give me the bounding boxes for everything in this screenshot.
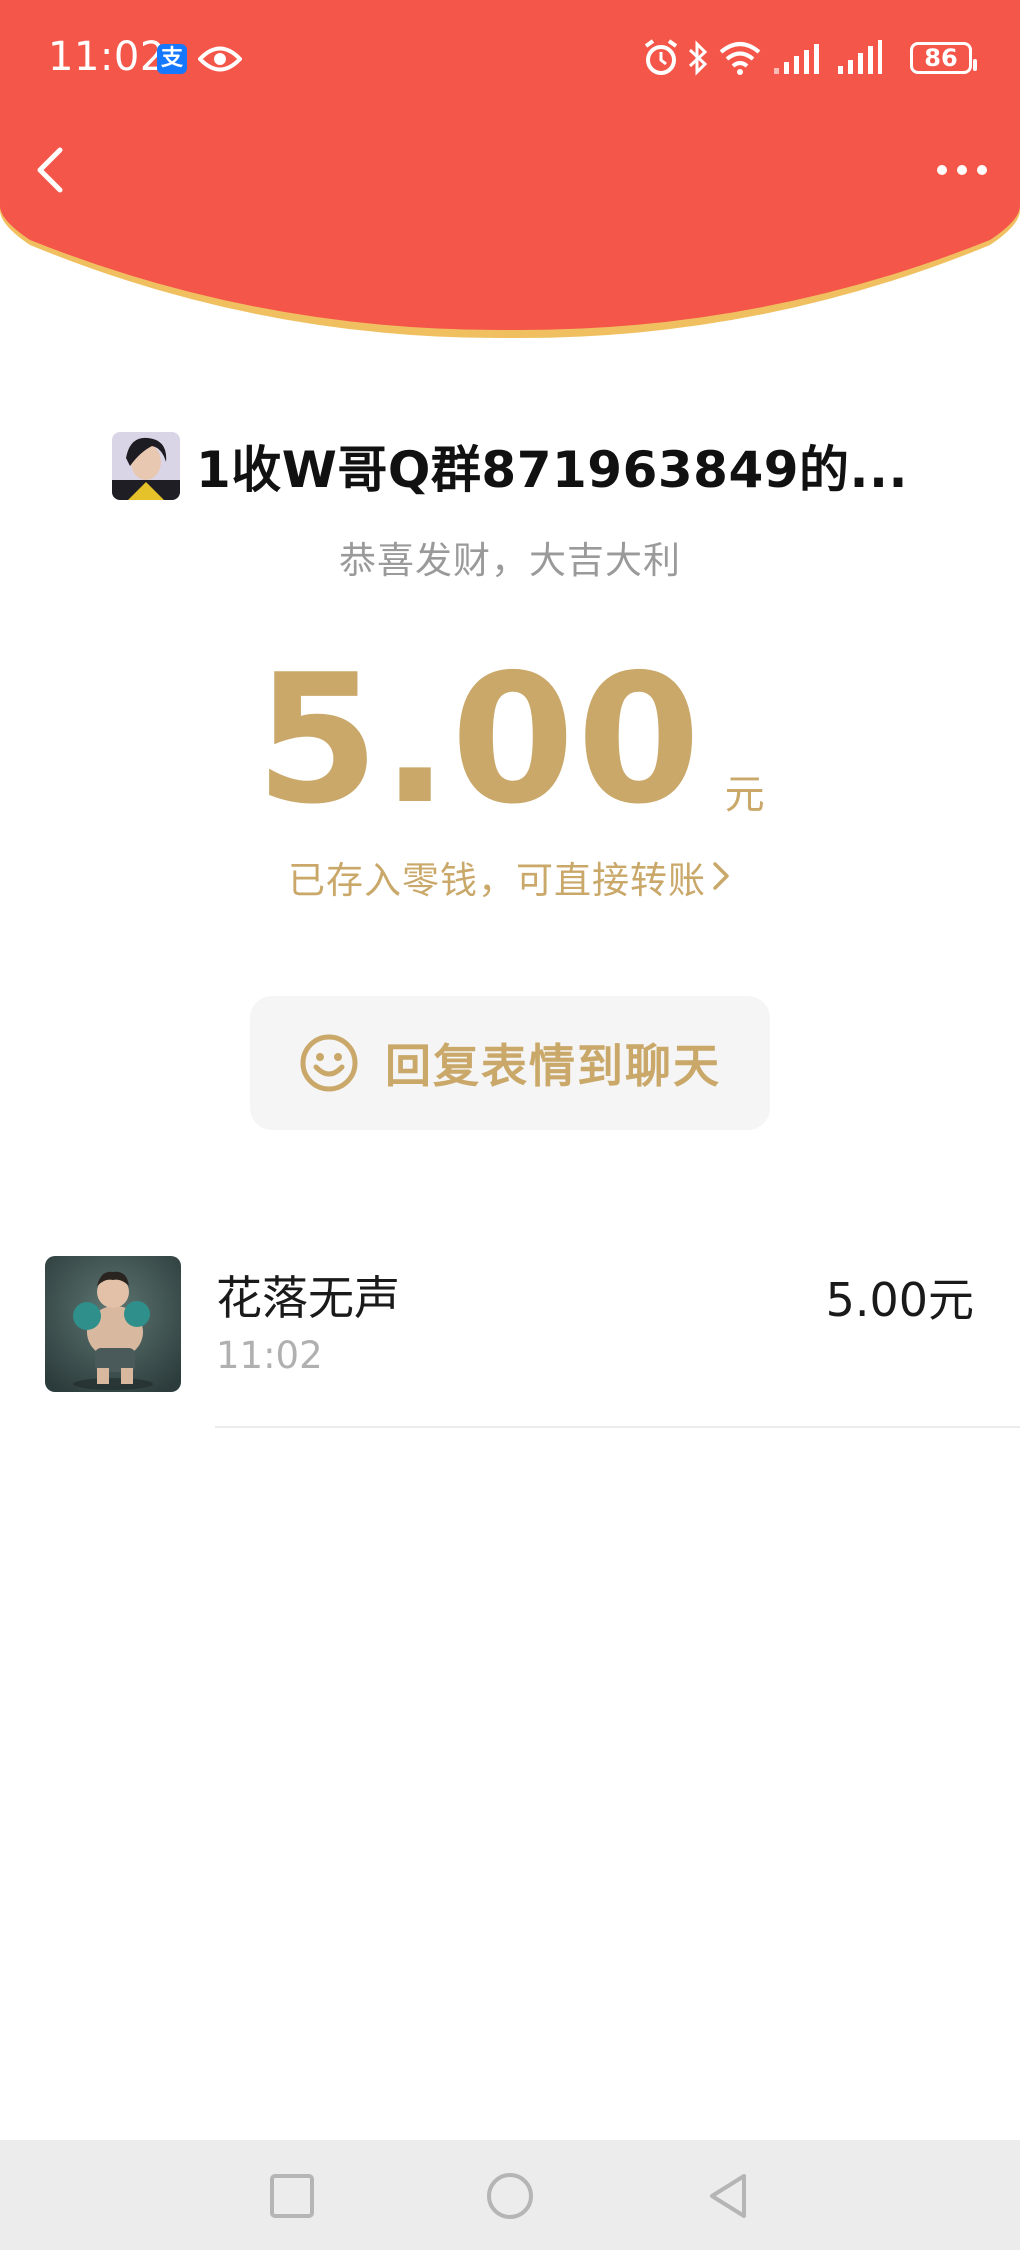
- amount-value: 5.00: [255, 636, 703, 843]
- sender-avatar[interactable]: [111, 432, 180, 500]
- chevron-left-icon: [37, 147, 63, 193]
- divider: [215, 1426, 1020, 1428]
- receiver-amount: 5.00元: [825, 1273, 974, 1327]
- list-item[interactable]: 花落无声 11:02 5.00元: [0, 1256, 1020, 1428]
- change-note-text: 已存入零钱，可直接转账: [288, 859, 706, 902]
- alarm-icon: [644, 39, 678, 75]
- receiver-name: 花落无声: [216, 1271, 400, 1325]
- signal-icon: [838, 40, 882, 74]
- system-nav-bar: [0, 2140, 1020, 2250]
- bluetooth-icon: [688, 40, 708, 76]
- smiley-icon: [300, 1034, 358, 1092]
- status-time: 11:02: [48, 34, 166, 80]
- back-triangle-icon[interactable]: [700, 2168, 756, 2224]
- eye-icon: [198, 46, 242, 72]
- change-note-link[interactable]: 已存入零钱，可直接转账: [0, 850, 1020, 904]
- receiver-time: 11:02: [216, 1334, 323, 1377]
- more-dots-icon: [937, 165, 987, 175]
- battery-level: 86: [924, 44, 958, 72]
- receiver-avatar[interactable]: [45, 1256, 181, 1392]
- signal-icon: [774, 44, 819, 74]
- reply-button-label: 回复表情到聊天: [385, 1039, 721, 1093]
- status-bar: 11:02 支 86: [0, 0, 1020, 120]
- reply-sticker-button[interactable]: 回复表情到聊天: [250, 996, 770, 1130]
- amount-unit: 元: [724, 772, 765, 818]
- wifi-icon: [719, 42, 761, 75]
- recents-square-icon[interactable]: [264, 2168, 320, 2224]
- back-button[interactable]: [30, 140, 70, 200]
- status-icons: 86: [642, 38, 977, 82]
- amount-display: 5.00 元: [0, 636, 1020, 843]
- battery-icon: 86: [910, 42, 977, 74]
- more-options-button[interactable]: [932, 150, 992, 190]
- alipay-icon: 支: [157, 44, 187, 74]
- greeting-text: 恭喜发财，大吉大利: [339, 539, 681, 582]
- home-circle-icon[interactable]: [482, 2168, 538, 2224]
- chevron-right-icon: [713, 862, 729, 890]
- sender-row: 1收W哥Q群871963849的...: [0, 430, 1020, 502]
- sender-name: 1收W哥Q群871963849的...: [195, 441, 909, 499]
